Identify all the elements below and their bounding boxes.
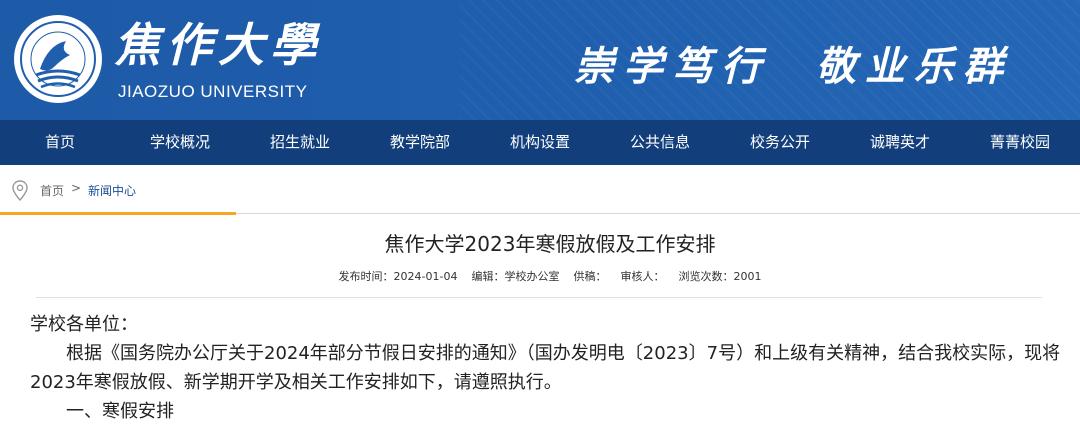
- university-motto: 崇学笃行 敬业乐群: [574, 43, 1012, 90]
- title-divider: [36, 297, 1042, 298]
- article-title: 焦作大学2023年寒假放假及工作安排: [384, 232, 716, 256]
- breadcrumb-home-link[interactable]: 首页: [40, 182, 64, 199]
- reviewer: 审核人：: [620, 270, 665, 283]
- nav-item-affairs[interactable]: 校务公开: [720, 120, 840, 165]
- university-seal-icon[interactable]: [14, 15, 102, 103]
- view-count: 浏览次数：2001: [678, 270, 762, 283]
- editor: 编辑：学校办公室: [471, 270, 560, 283]
- article-greeting: 学校各单位：: [30, 314, 138, 335]
- nav-item-organization[interactable]: 机构设置: [480, 120, 600, 165]
- nav-item-about[interactable]: 学校概况: [120, 120, 240, 165]
- university-name-en: JIAOZUO UNIVERSITY: [118, 82, 308, 101]
- article-section-heading: 一、寒假安排: [66, 401, 174, 422]
- nav-item-home[interactable]: 首页: [0, 120, 120, 165]
- source: 供稿：: [573, 270, 607, 283]
- nav-item-admissions[interactable]: 招生就业: [240, 120, 360, 165]
- main-nav: 首页 学校概况 招生就业 教学院部 机构设置 公共信息 校务公开 诚聘英才 菁菁…: [0, 120, 1080, 165]
- nav-item-recruitment[interactable]: 诚聘英才: [840, 120, 960, 165]
- breadcrumb-separator: >: [71, 181, 82, 195]
- article-body: 学校各单位： 根据《国务院办公厅关于2024年部分节假日安排的通知》（国办发明电…: [30, 310, 1070, 426]
- site-header: 焦作大學 JIAOZUO UNIVERSITY 崇学笃行 敬业乐群: [0, 0, 1080, 120]
- article-meta: 发布时间：2024-01-04 编辑：学校办公室 供稿： 审核人： 浏览次数：2001: [0, 268, 1080, 284]
- location-pin-icon: [12, 180, 28, 202]
- breadcrumb-current-link[interactable]: 新闻中心: [88, 182, 136, 199]
- publish-date: 发布时间：2024-01-04: [338, 270, 458, 283]
- nav-item-campus[interactable]: 菁菁校园: [960, 120, 1080, 165]
- article-paragraph: 根据《国务院办公厅关于2024年部分节假日安排的通知》（国办发明电〔2023〕7…: [30, 343, 1061, 393]
- university-name-cn[interactable]: 焦作大學: [114, 16, 322, 74]
- nav-item-public-info[interactable]: 公共信息: [600, 120, 720, 165]
- breadcrumb: 首页 > 新闻中心: [0, 165, 1080, 215]
- nav-item-departments[interactable]: 教学院部: [360, 120, 480, 165]
- breadcrumb-accent-bar: [0, 212, 236, 215]
